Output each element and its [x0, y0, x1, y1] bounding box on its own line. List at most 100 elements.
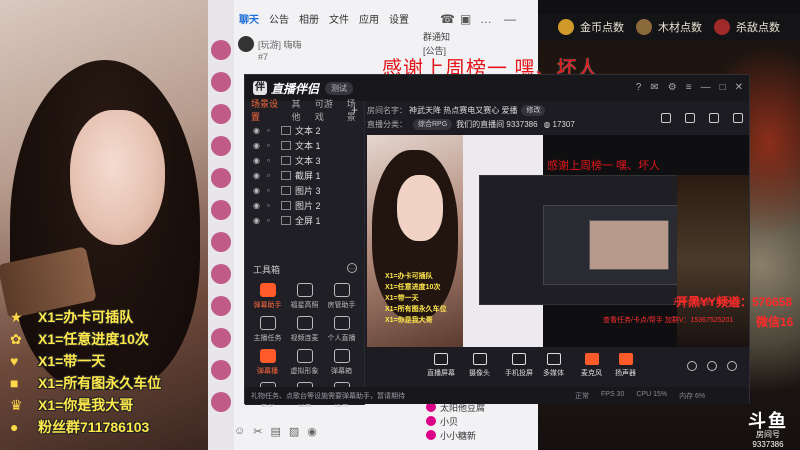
maximize-icon[interactable]: □: [720, 81, 726, 95]
layout-icon[interactable]: [709, 113, 719, 123]
source-item[interactable]: ◉ ▫ 文本 3: [245, 153, 364, 168]
source-item[interactable]: ◉ ▫ 全屏 1: [245, 213, 364, 228]
tool-avatar[interactable]: 虚拟形象: [286, 349, 323, 376]
eye-icon[interactable]: ◉: [253, 141, 263, 150]
avatar[interactable]: [211, 168, 231, 188]
tab-settings[interactable]: 设置: [384, 8, 414, 34]
preview-caption: X1=所有图永久车位: [385, 306, 447, 313]
emoji-icon[interactable]: ☺: [234, 425, 245, 437]
category-value[interactable]: 综合RPG: [413, 118, 453, 130]
eye-icon[interactable]: ◉: [253, 186, 263, 195]
tool-tasks[interactable]: 主播任务: [249, 316, 286, 343]
lock-icon[interactable]: ▫: [267, 156, 277, 165]
list-item[interactable]: 群通知: [423, 30, 533, 44]
scissors-icon[interactable]: ✂: [253, 425, 262, 438]
add-scene-icon[interactable]: +: [351, 103, 358, 117]
avatar[interactable]: [211, 360, 231, 380]
eye-icon[interactable]: ◉: [253, 201, 263, 210]
phone-cast-button[interactable]: 手机投屏: [505, 353, 533, 378]
tab-album[interactable]: 相册: [294, 8, 324, 34]
share-icon[interactable]: [685, 113, 695, 123]
capture-screen-button[interactable]: 直播屏幕: [427, 353, 455, 378]
lock-icon[interactable]: ▫: [267, 186, 277, 195]
toolbox-title: 工具箱: [253, 265, 281, 275]
tool-personal-live[interactable]: 个人直播: [323, 316, 360, 343]
speaker-button[interactable]: 扬声器: [615, 353, 636, 378]
record-icon[interactable]: [687, 361, 697, 371]
screen-icon: [281, 171, 291, 180]
minimize-icon[interactable]: —: [701, 81, 711, 95]
eye-icon[interactable]: ◉: [253, 126, 263, 135]
tab-scene-settings[interactable]: 场景设置: [251, 97, 286, 123]
phone-icon[interactable]: ☎: [440, 12, 455, 26]
video-icon[interactable]: ▣: [460, 12, 471, 26]
tool-danmu-box[interactable]: 弹幕箱: [323, 349, 360, 376]
tab-chat[interactable]: 聊天: [234, 8, 264, 34]
lock-icon[interactable]: ▫: [267, 171, 277, 180]
list-item[interactable]: 小贝: [426, 414, 485, 428]
list-item[interactable]: [玩游] 嗨嗨: [238, 36, 413, 52]
more-icon[interactable]: …: [347, 263, 357, 273]
tool-danmu-helper[interactable]: 弹幕助手: [249, 283, 286, 310]
cam-caption: ■ X1=所有图永久车位: [10, 372, 161, 394]
tab-other[interactable]: 其他: [292, 97, 309, 123]
edit-room-button[interactable]: 修改: [521, 104, 546, 116]
avatar[interactable]: [211, 264, 231, 284]
message-icon[interactable]: ✉: [650, 81, 658, 95]
source-item[interactable]: ◉ ▫ 图片 2: [245, 198, 364, 213]
avatar[interactable]: [211, 72, 231, 92]
minimize-icon[interactable]: —: [504, 12, 516, 26]
avatar[interactable]: [211, 40, 231, 60]
eye-icon[interactable]: ◉: [253, 156, 263, 165]
danmu-icon: [259, 283, 276, 297]
chat-input-toolbar: ☺ ✂ ▤ ▨ ◉: [234, 420, 434, 442]
mic-icon[interactable]: ◉: [307, 425, 317, 438]
lock-icon[interactable]: ▫: [267, 216, 277, 225]
stream-preview[interactable]: X1=办卡可插队 X1=任意进度10次 X1=带一天 X1=所有图永久车位 X1…: [367, 135, 749, 347]
avatar[interactable]: [211, 232, 231, 252]
eye-icon[interactable]: ◉: [253, 216, 263, 225]
eye-icon[interactable]: [707, 361, 717, 371]
tab-files[interactable]: 文件: [324, 8, 354, 34]
tab-game[interactable]: 可游戏: [315, 97, 341, 123]
lock-icon[interactable]: [661, 113, 671, 123]
media-button[interactable]: 多媒体: [543, 353, 564, 378]
lock-icon[interactable]: ▫: [267, 126, 277, 135]
source-item[interactable]: ◉ ▫ 图片 3: [245, 183, 364, 198]
avatar[interactable]: [211, 136, 231, 156]
tool-video-link[interactable]: 视频连麦: [286, 316, 323, 343]
tab-announcement[interactable]: 公告: [264, 8, 294, 34]
help-icon[interactable]: ?: [636, 81, 642, 95]
avatar[interactable]: [211, 104, 231, 124]
more-icon[interactable]: [733, 113, 743, 123]
list-item[interactable]: 小小糖新: [426, 428, 485, 442]
source-item[interactable]: ◉ ▫ 文本 1: [245, 138, 364, 153]
viewer-icon: ◍: [543, 119, 551, 129]
close-icon[interactable]: ✕: [735, 81, 743, 95]
menu-icon[interactable]: ≡: [686, 81, 692, 95]
microphone-button[interactable]: 麦克风: [581, 353, 602, 378]
folder-icon[interactable]: ▤: [270, 425, 280, 438]
chat-avatar-rail: [208, 0, 234, 450]
source-item[interactable]: ◉ ▫ 文本 2: [245, 123, 364, 138]
eye-icon[interactable]: ◉: [253, 171, 263, 180]
tool-room-admin[interactable]: 房管助手: [323, 283, 360, 310]
source-item[interactable]: ◉ ▫ 截屏 1: [245, 168, 364, 183]
lock-icon[interactable]: ▫: [267, 141, 277, 150]
lock-icon[interactable]: ▫: [267, 201, 277, 210]
streamer-face: [70, 110, 165, 245]
avatar[interactable]: [211, 296, 231, 316]
tool-danmu-play[interactable]: 弹幕播: [249, 349, 286, 376]
image-icon[interactable]: ▨: [289, 425, 299, 438]
gear-icon[interactable]: ⚙: [668, 81, 677, 95]
tool-lucky[interactable]: 福星高照: [286, 283, 323, 310]
version-badge[interactable]: 测试: [325, 81, 354, 95]
camera-button[interactable]: 摄像头: [469, 353, 490, 378]
avatar[interactable]: [211, 200, 231, 220]
avatar[interactable]: [211, 328, 231, 348]
gear-icon[interactable]: [727, 361, 737, 371]
more-icon[interactable]: …: [480, 12, 492, 26]
cam-caption-text: X1=任意进度10次: [38, 331, 149, 347]
avatar[interactable]: [211, 392, 231, 412]
tab-apps[interactable]: 应用: [354, 8, 384, 34]
